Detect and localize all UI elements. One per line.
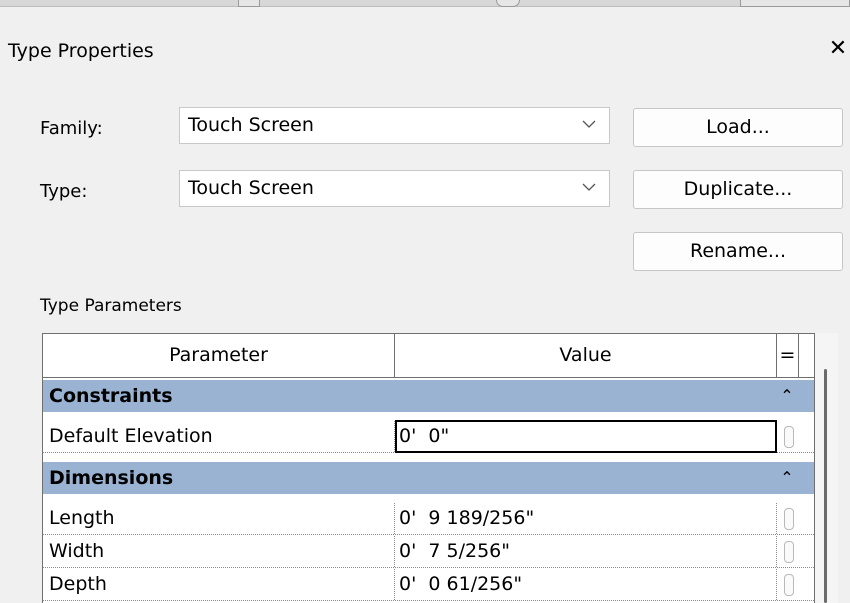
grid-header: Parameter Value = bbox=[43, 334, 814, 378]
collapse-icon[interactable]: ⌃ bbox=[778, 462, 796, 494]
background-window-strip bbox=[0, 0, 850, 7]
formula-button[interactable] bbox=[784, 574, 794, 596]
chevron-down-icon bbox=[582, 120, 596, 128]
type-parameters-label: Type Parameters bbox=[40, 296, 182, 316]
parameter-value-input[interactable]: 0' 0" bbox=[395, 420, 777, 453]
group-header-constraints[interactable]: Constraints ⌃ bbox=[43, 380, 814, 412]
formula-button[interactable] bbox=[784, 508, 794, 530]
group-name: Constraints bbox=[49, 385, 173, 407]
background-control bbox=[496, 0, 520, 7]
parameter-value[interactable]: 0' 0 61/256" bbox=[395, 569, 777, 600]
parameter-name: Length bbox=[43, 503, 395, 534]
rename-button[interactable]: Rename... bbox=[633, 232, 843, 271]
group-name: Dimensions bbox=[49, 467, 174, 489]
parameter-value[interactable]: 0' 7 5/256" bbox=[395, 536, 777, 567]
group-header-dimensions[interactable]: Dimensions ⌃ bbox=[43, 462, 814, 494]
type-label: Type: bbox=[40, 181, 88, 202]
background-control bbox=[238, 0, 260, 7]
type-dropdown[interactable]: Touch Screen bbox=[179, 170, 610, 207]
formula-button[interactable] bbox=[784, 541, 794, 563]
parameter-row[interactable]: Width 0' 7 5/256" bbox=[43, 536, 814, 568]
parameter-name: Width bbox=[43, 536, 395, 567]
column-header-formula[interactable]: = bbox=[777, 334, 799, 377]
grid-scrollbar[interactable] bbox=[815, 333, 838, 603]
formula-button[interactable] bbox=[784, 426, 794, 448]
close-icon[interactable]: ✕ bbox=[826, 36, 850, 62]
type-dropdown-value: Touch Screen bbox=[188, 177, 314, 199]
collapse-icon[interactable]: ⌃ bbox=[778, 380, 796, 412]
column-header-value[interactable]: Value bbox=[395, 334, 777, 377]
type-parameters-grid: Parameter Value = Constraints ⌃ Default … bbox=[42, 333, 815, 603]
family-dropdown-value: Touch Screen bbox=[188, 114, 314, 136]
scrollbar-thumb[interactable] bbox=[824, 369, 827, 603]
parameter-value[interactable]: 0' 9 189/256" bbox=[395, 503, 777, 534]
background-control bbox=[740, 0, 850, 7]
parameter-row[interactable]: Depth 0' 0 61/256" bbox=[43, 569, 814, 601]
parameter-row[interactable]: Length 0' 9 189/256" bbox=[43, 503, 814, 535]
duplicate-button[interactable]: Duplicate... bbox=[633, 170, 843, 209]
column-header-parameter[interactable]: Parameter bbox=[43, 334, 395, 377]
family-dropdown[interactable]: Touch Screen bbox=[179, 107, 610, 144]
parameter-name: Depth bbox=[43, 569, 395, 600]
parameter-row[interactable]: Default Elevation 0' 0" bbox=[43, 420, 814, 453]
dialog-title: Type Properties bbox=[8, 40, 154, 62]
family-label: Family: bbox=[40, 118, 103, 139]
parameter-name: Default Elevation bbox=[43, 421, 395, 452]
chevron-down-icon bbox=[582, 183, 596, 191]
load-button[interactable]: Load... bbox=[633, 108, 843, 147]
